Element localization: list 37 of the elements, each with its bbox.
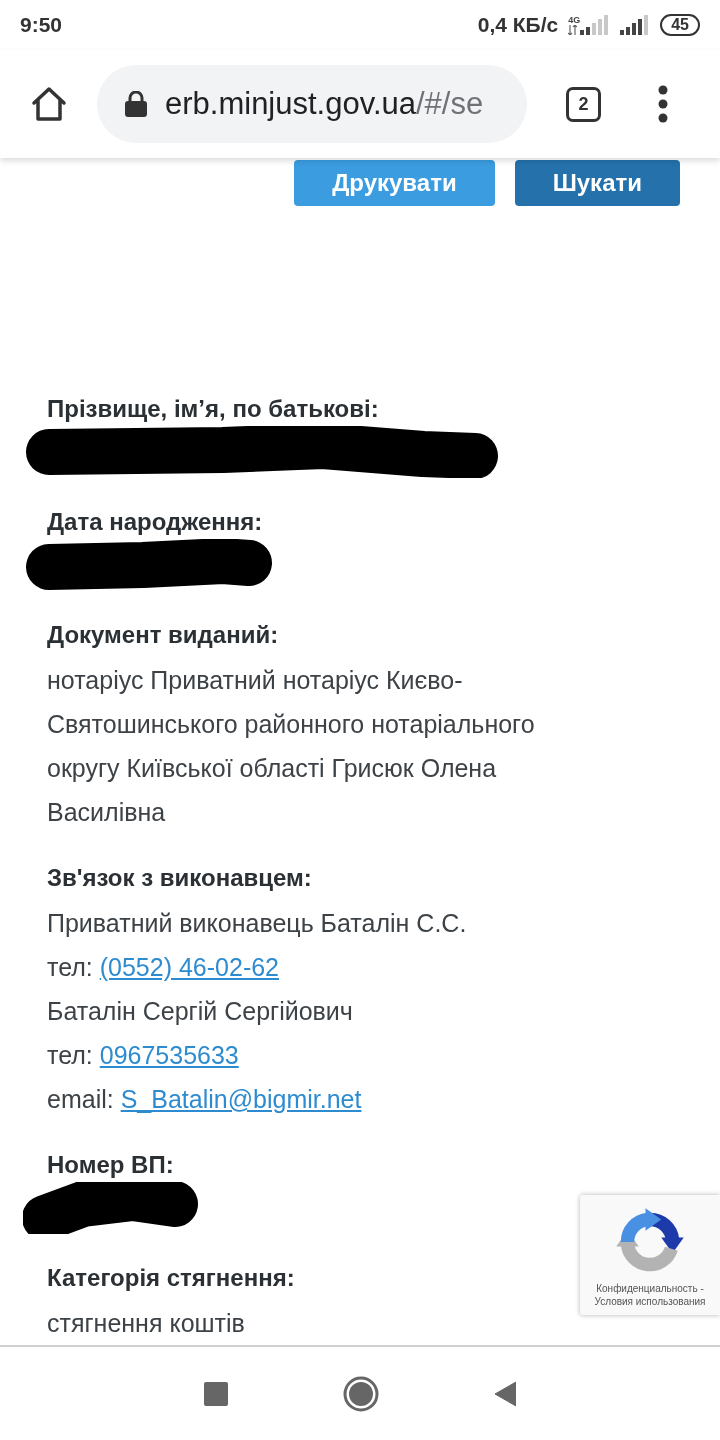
- print-button[interactable]: Друкувати: [294, 160, 495, 206]
- clock-time: 9:50: [20, 12, 63, 39]
- network-speed: 0,4 КБ/с: [477, 12, 559, 39]
- field-label: Категорія стягнення:: [47, 1263, 295, 1293]
- field-value: Баталін Сергій Сергійович: [47, 996, 353, 1027]
- email-line: email: S_Batalin@bigmir.net: [47, 1084, 362, 1115]
- phone-link[interactable]: 0967535633: [99, 1041, 239, 1069]
- field-label: Прізвище, ім’я, по батькові:: [47, 394, 379, 424]
- lock-icon: [125, 91, 147, 117]
- field-label: Зв'язок з виконавцем:: [47, 863, 312, 893]
- phone-line: тел: 0967535633: [47, 1040, 239, 1071]
- field-value: стягнення коштів: [47, 1308, 245, 1339]
- field-label: Дата народження:: [47, 507, 263, 537]
- menu-icon[interactable]: [658, 85, 668, 123]
- terms-link[interactable]: Условия использования: [594, 1296, 706, 1307]
- field-value: Приватний виконавець Баталін С.С.: [47, 908, 467, 939]
- back-icon[interactable]: [494, 1380, 516, 1407]
- network-type: 4G: [568, 16, 581, 25]
- phone-link[interactable]: (0552) 46-02-62: [99, 953, 280, 981]
- privacy-link[interactable]: Конфиденциальность: [596, 1283, 698, 1294]
- battery-level: 45: [660, 14, 700, 36]
- field-label: Документ виданий:: [47, 620, 279, 650]
- recent-apps-icon[interactable]: [204, 1381, 228, 1406]
- field-value: нотаріус Приватний нотаріус Києво-Святошинського районного нотаріального округу Київської області Грисюк Олена Василівна: [47, 665, 536, 828]
- email-link[interactable]: S_Batalin@bigmir.net: [120, 1085, 362, 1113]
- data-arrows-icon: [568, 25, 578, 35]
- cell-signal-icon: [620, 15, 651, 35]
- cell-signal-icon: [580, 15, 611, 35]
- tab-switcher-button[interactable]: 2: [566, 86, 601, 122]
- url-text: erb.minjust.gov.ua/#/se: [165, 84, 484, 123]
- address-bar[interactable]: erb.minjust.gov.ua/#/se: [97, 65, 527, 143]
- recaptcha-links: Конфиденциальность - Условия использования: [593, 1282, 707, 1308]
- phone-line: тел: (0552) 46-02-62: [47, 952, 280, 983]
- home-button-icon[interactable]: [343, 1375, 379, 1412]
- home-icon[interactable]: [30, 85, 68, 123]
- search-button[interactable]: Шукати: [514, 160, 680, 206]
- field-label: Номер ВП:: [47, 1150, 174, 1180]
